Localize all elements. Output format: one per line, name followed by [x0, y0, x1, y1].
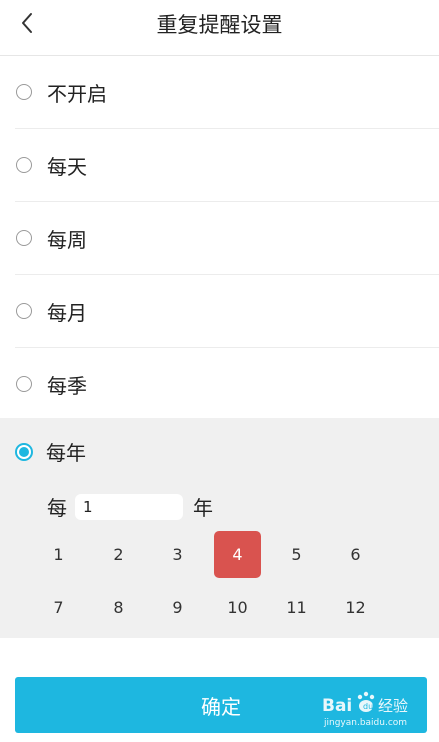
- baidu-watermark-logo: Bai du 经验 jingyan.baidu.com: [322, 691, 408, 728]
- month-option[interactable]: 10: [214, 584, 261, 631]
- radio-unchecked-icon[interactable]: [16, 157, 32, 173]
- option-daily[interactable]: 每天: [15, 129, 439, 202]
- month-option[interactable]: 3: [154, 531, 201, 578]
- radio-unchecked-icon[interactable]: [16, 230, 32, 246]
- option-label: 不开启: [47, 81, 107, 106]
- option-label: 每季: [47, 373, 87, 398]
- svg-text:du: du: [363, 702, 373, 711]
- svg-text:Bai: Bai: [322, 696, 352, 716]
- option-yearly[interactable]: 每年: [15, 437, 86, 466]
- page-title: 重复提醒设置: [156, 13, 283, 37]
- interval-prefix: 每: [47, 496, 67, 520]
- option-none[interactable]: 不开启: [15, 56, 439, 129]
- option-label: 每年: [46, 441, 86, 465]
- month-option[interactable]: 12: [332, 584, 379, 631]
- svg-text:jingyan.baidu.com: jingyan.baidu.com: [323, 718, 407, 728]
- header-bar: 重复提醒设置: [0, 0, 439, 56]
- month-option[interactable]: 9: [154, 584, 201, 631]
- svg-text:经验: 经验: [378, 697, 408, 715]
- month-option[interactable]: 6: [332, 531, 379, 578]
- month-option[interactable]: 11: [273, 584, 320, 631]
- month-option[interactable]: 7: [35, 584, 82, 631]
- radio-checked-icon[interactable]: [15, 442, 33, 461]
- radio-unchecked-icon[interactable]: [16, 303, 32, 319]
- interval-input[interactable]: [75, 493, 183, 520]
- option-label: 每月: [47, 300, 87, 325]
- yearly-options-panel: 每年 每 年 1 2 3 4 5 6 7 8 9 10 11 12: [0, 418, 439, 638]
- month-option-selected[interactable]: 4: [214, 531, 261, 578]
- month-option[interactable]: 2: [95, 531, 142, 578]
- option-monthly[interactable]: 每月: [15, 275, 439, 348]
- repeat-options-list: 不开启 每天 每周 每月 每季: [0, 56, 439, 420]
- option-label: 每周: [47, 227, 87, 252]
- radio-unchecked-icon[interactable]: [16, 376, 32, 392]
- option-weekly[interactable]: 每周: [15, 202, 439, 275]
- month-option[interactable]: 1: [35, 531, 82, 578]
- option-label: 每天: [47, 154, 87, 179]
- interval-suffix: 年: [193, 496, 213, 520]
- month-option[interactable]: 8: [95, 584, 142, 631]
- confirm-label: 确定: [201, 694, 241, 719]
- option-quarterly[interactable]: 每季: [15, 348, 439, 420]
- month-option[interactable]: 5: [273, 531, 320, 578]
- radio-unchecked-icon[interactable]: [16, 84, 32, 100]
- interval-row: 每 年: [47, 492, 213, 521]
